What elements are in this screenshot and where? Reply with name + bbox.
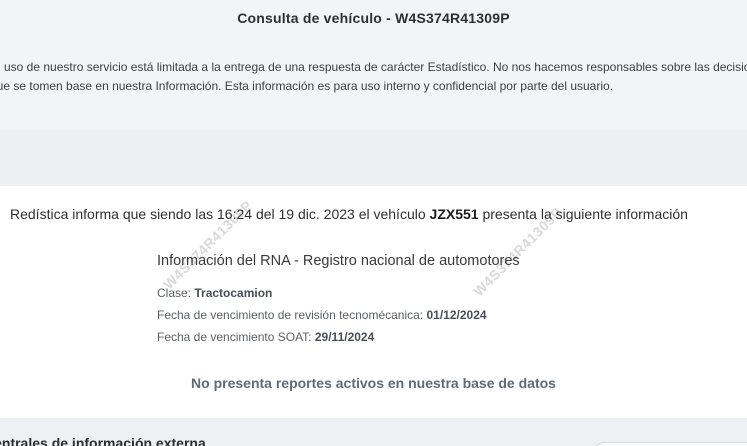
intro-suffix: presenta la siguiente información (482, 206, 688, 222)
rna-section-title: Información del RNA - Registro nacional … (157, 253, 520, 269)
intro-vehicle: el vehículo (358, 206, 426, 222)
report-date: 19 dic. 2023 (278, 206, 355, 222)
disclaimer-line-2: que se tomen base en nuestra Información… (0, 79, 614, 93)
field-value: 01/12/2024 (426, 308, 487, 322)
spacer-band (0, 130, 747, 186)
report-time: 16:24 (217, 206, 253, 222)
report-card: W4S374R41309P W4S374R41309P Redística in… (0, 186, 747, 418)
field-label: Clase: (157, 286, 192, 300)
no-reports-message: No presenta reportes activos en nuestra … (191, 375, 556, 391)
external-section: Centrales de información externa (0, 418, 747, 446)
page-title: Consulta de vehículo - W4S374R41309P (237, 10, 510, 26)
field-label: Fecha de vencimiento de revisión tecnomé… (157, 308, 424, 322)
vehicle-plate: JZX551 (429, 206, 479, 222)
external-section-title: Centrales de información externa (0, 435, 206, 446)
field-value: 29/11/2024 (314, 330, 375, 344)
field-label: Fecha de vencimiento SOAT: (157, 330, 312, 344)
field-tecnomecanica: Fecha de vencimiento de revisión tecnomé… (157, 308, 487, 322)
external-action-button[interactable] (594, 442, 747, 446)
field-clase: Clase: Tractocamion (157, 286, 272, 300)
intro-del: del (255, 206, 275, 222)
intro-prefix: Redística informa que siendo las (10, 206, 214, 222)
field-value: Tractocamion (194, 286, 273, 300)
field-soat: Fecha de vencimiento SOAT: 29/11/2024 (157, 330, 374, 344)
report-intro: Redística informa que siendo las 16:24 d… (10, 206, 688, 222)
disclaimer-line-1: El uso de nuestro servicio está limitada… (0, 60, 747, 74)
disclaimer: El uso de nuestro servicio está limitada… (0, 58, 747, 96)
header: Consulta de vehículo - W4S374R41309P El … (0, 0, 747, 130)
